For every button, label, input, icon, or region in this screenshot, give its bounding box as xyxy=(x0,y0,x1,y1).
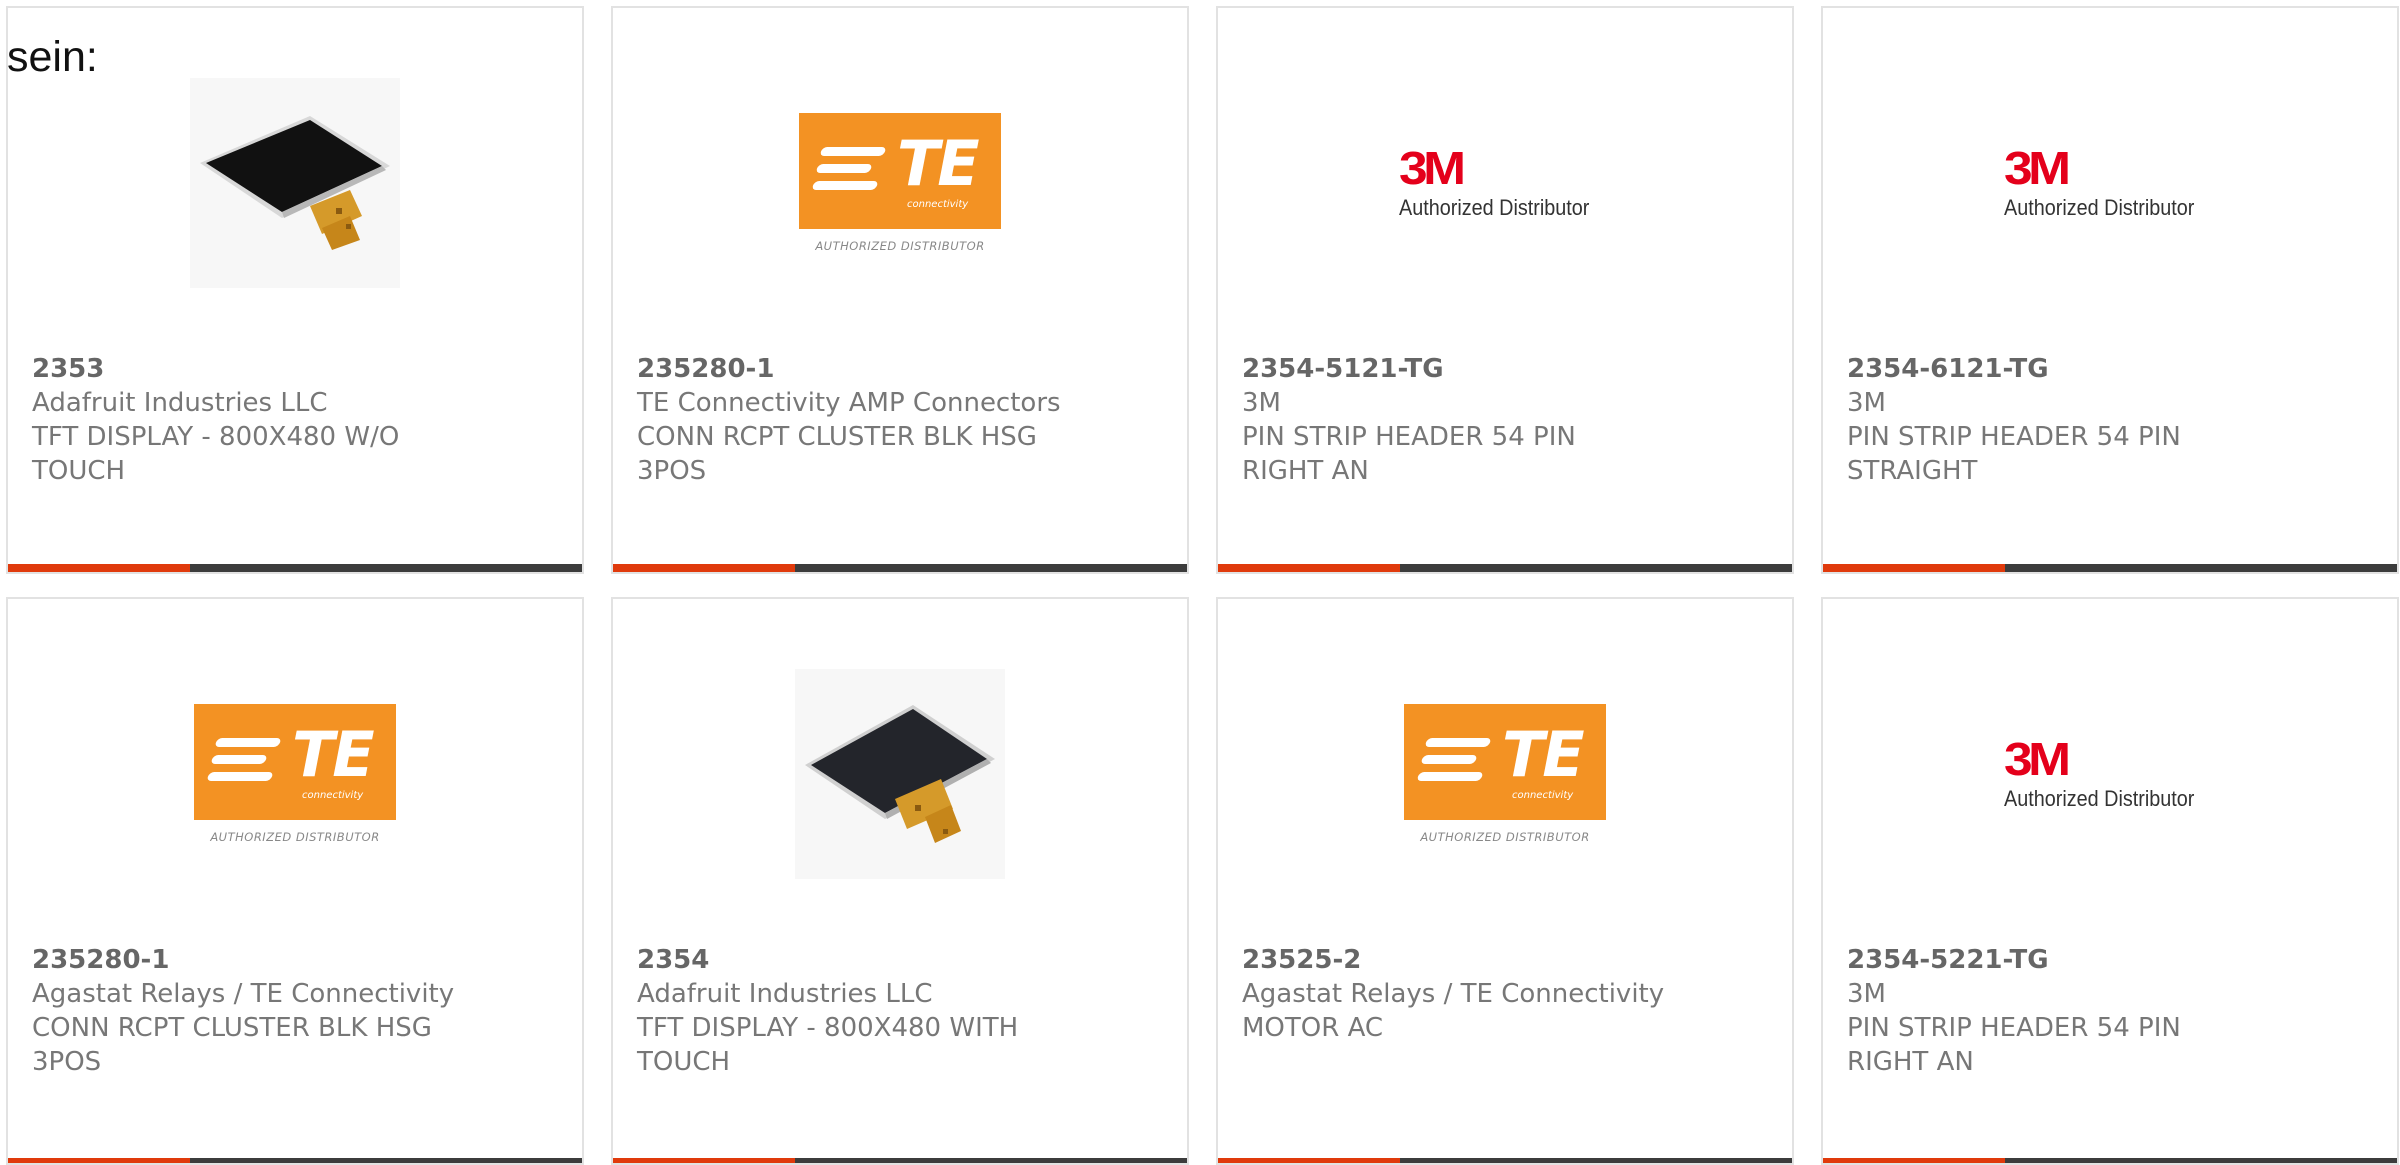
part-number: 235280-1 xyxy=(637,354,775,384)
manufacturer: Adafruit Industries LLC xyxy=(32,388,328,418)
description-line: MOTOR AC xyxy=(1242,1013,1384,1043)
part-number: 2354 xyxy=(637,945,710,975)
te-logo-caption: AUTHORIZED DISTRIBUTOR xyxy=(1420,830,1590,844)
3m-logo: 3M Authorized Distributor xyxy=(1399,145,1611,221)
card-accent xyxy=(8,564,190,572)
description-line: CONN RCPT CLUSTER BLK HSG xyxy=(32,1013,432,1043)
card-bottom-bar xyxy=(1218,564,1792,572)
card-accent xyxy=(8,1158,190,1163)
section-heading: sein: xyxy=(7,33,98,81)
te-logo-mark: TE connectivity xyxy=(1404,704,1606,820)
product-card[interactable]: 3M Authorized Distributor 2354-5221-TG 3… xyxy=(1821,597,2399,1165)
description-line: 3POS xyxy=(32,1047,102,1077)
description-line: TOUCH xyxy=(32,456,126,486)
product-card[interactable]: 2354 Adafruit Industries LLC TFT DISPLAY… xyxy=(611,597,1189,1165)
part-number: 2353 xyxy=(32,354,105,384)
te-stripes-icon xyxy=(1416,738,1492,789)
3m-logo: 3M Authorized Distributor xyxy=(2004,145,2216,221)
card-accent xyxy=(613,564,795,572)
description-line: PIN STRIP HEADER 54 PIN xyxy=(1847,1013,2181,1043)
product-card[interactable]: 2353 Adafruit Industries LLC TFT DISPLAY… xyxy=(6,6,584,574)
part-number: 2354-6121-TG xyxy=(1847,354,2049,384)
te-logo-mark: TE connectivity xyxy=(799,113,1001,229)
product-card[interactable]: TE connectivity AUTHORIZED DISTRIBUTOR 2… xyxy=(1216,597,1794,1165)
part-number: 2354-5121-TG xyxy=(1242,354,1444,384)
3m-logo-mark: 3M xyxy=(2004,733,2071,785)
te-logo-mark: TE connectivity xyxy=(194,704,396,820)
manufacturer: Agastat Relays / TE Connectivity xyxy=(32,979,455,1009)
3m-logo-caption: Authorized Distributor xyxy=(2004,786,2195,811)
te-logo: TE connectivity AUTHORIZED DISTRIBUTOR xyxy=(194,704,396,844)
card-bottom-bar xyxy=(1823,564,2397,572)
card-bottom-bar xyxy=(8,564,582,572)
te-stripes-icon xyxy=(206,738,282,789)
product-image xyxy=(8,68,582,298)
description-line: CONN RCPT CLUSTER BLK HSG xyxy=(637,422,1037,452)
description-line: RIGHT AN xyxy=(1847,1047,1974,1077)
3m-logo-caption: Authorized Distributor xyxy=(1399,195,1590,220)
card-accent xyxy=(1823,564,2005,572)
card-bottom-bar xyxy=(613,564,1187,572)
product-card[interactable]: TE connectivity AUTHORIZED DISTRIBUTOR 2… xyxy=(611,6,1189,574)
te-logo-text: TE xyxy=(897,127,980,200)
description-line: PIN STRIP HEADER 54 PIN xyxy=(1242,422,1576,452)
card-accent xyxy=(1823,1158,2005,1163)
manufacturer: 3M xyxy=(1242,388,1281,418)
product-image: 3M Authorized Distributor xyxy=(1823,68,2397,298)
product-card[interactable]: 3M Authorized Distributor 2354-6121-TG 3… xyxy=(1821,6,2399,574)
product-image: TE connectivity AUTHORIZED DISTRIBUTOR xyxy=(8,659,582,889)
card-accent xyxy=(1218,564,1400,572)
part-number: 23525-2 xyxy=(1242,945,1362,975)
product-image: TE connectivity AUTHORIZED DISTRIBUTOR xyxy=(613,68,1187,298)
te-logo-subtext: connectivity xyxy=(302,790,364,801)
te-logo-subtext: connectivity xyxy=(1512,790,1574,801)
te-logo-text: TE xyxy=(1502,718,1585,791)
manufacturer: 3M xyxy=(1847,388,1886,418)
te-logo: TE connectivity AUTHORIZED DISTRIBUTOR xyxy=(1404,704,1606,844)
tft-display-image xyxy=(795,669,1005,879)
3m-logo-mark: 3M xyxy=(2004,142,2071,194)
description-line: PIN STRIP HEADER 54 PIN xyxy=(1847,422,2181,452)
card-accent xyxy=(1218,1158,1400,1163)
card-bottom-bar xyxy=(1823,1158,2397,1163)
manufacturer: Agastat Relays / TE Connectivity xyxy=(1242,979,1665,1009)
product-image: 3M Authorized Distributor xyxy=(1823,659,2397,889)
product-image: TE connectivity AUTHORIZED DISTRIBUTOR xyxy=(1218,659,1792,889)
description-line: 3POS xyxy=(637,456,707,486)
card-bottom-bar xyxy=(8,1158,582,1163)
manufacturer: TE Connectivity AMP Connectors xyxy=(637,388,1061,418)
description-line: RIGHT AN xyxy=(1242,456,1369,486)
card-bottom-bar xyxy=(1218,1158,1792,1163)
te-logo-caption: AUTHORIZED DISTRIBUTOR xyxy=(210,830,380,844)
description-line: TOUCH xyxy=(637,1047,731,1077)
manufacturer: Adafruit Industries LLC xyxy=(637,979,933,1009)
te-logo: TE connectivity AUTHORIZED DISTRIBUTOR xyxy=(799,113,1001,253)
tft-display-image xyxy=(190,78,400,288)
te-logo-subtext: connectivity xyxy=(907,199,969,210)
te-logo-text: TE xyxy=(292,718,375,791)
3m-logo-caption: Authorized Distributor xyxy=(2004,195,2195,220)
product-image: 3M Authorized Distributor xyxy=(1218,68,1792,298)
card-accent xyxy=(613,1158,795,1163)
description-line: TFT DISPLAY - 800X480 W/O xyxy=(32,422,400,452)
description-line: STRAIGHT xyxy=(1847,456,1978,486)
te-stripes-icon xyxy=(811,147,887,198)
description-line: TFT DISPLAY - 800X480 WITH xyxy=(637,1013,1019,1043)
3m-logo-mark: 3M xyxy=(1399,142,1466,194)
part-number: 2354-5221-TG xyxy=(1847,945,2049,975)
3m-logo: 3M Authorized Distributor xyxy=(2004,736,2216,812)
part-number: 235280-1 xyxy=(32,945,170,975)
manufacturer: 3M xyxy=(1847,979,1886,1009)
product-card[interactable]: TE connectivity AUTHORIZED DISTRIBUTOR 2… xyxy=(6,597,584,1165)
card-bottom-bar xyxy=(613,1158,1187,1163)
product-card[interactable]: 3M Authorized Distributor 2354-5121-TG 3… xyxy=(1216,6,1794,574)
product-image xyxy=(613,659,1187,889)
te-logo-caption: AUTHORIZED DISTRIBUTOR xyxy=(815,239,985,253)
